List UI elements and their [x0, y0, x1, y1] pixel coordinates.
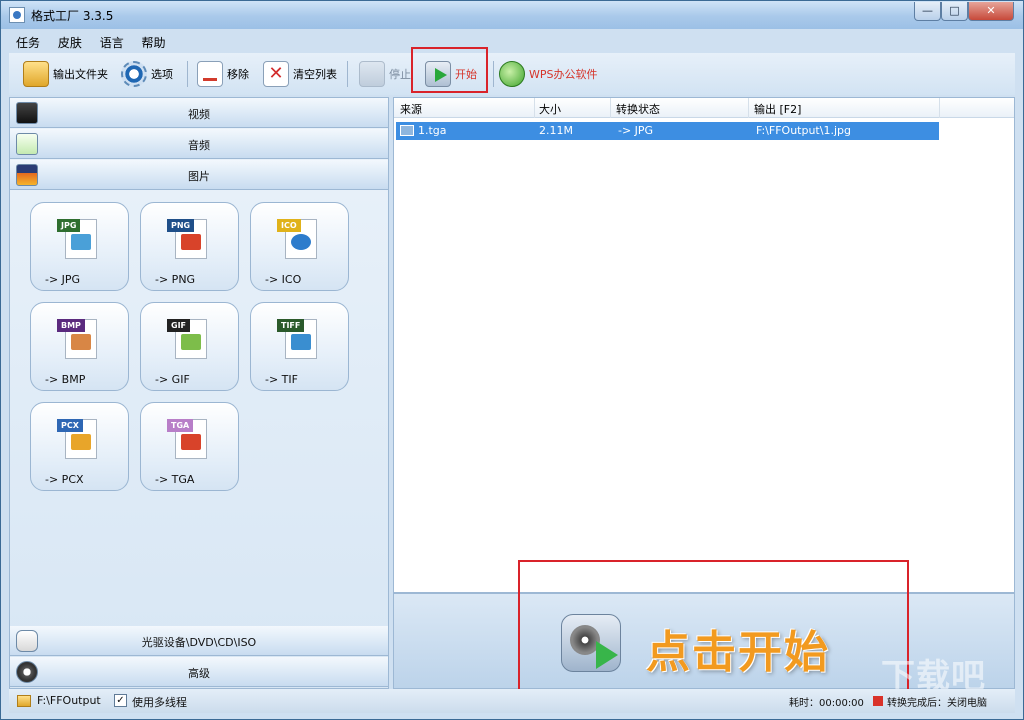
toolbar-divider — [493, 61, 494, 87]
column-divider — [534, 98, 535, 118]
toolbar-divider — [347, 61, 348, 87]
task-list: 来源 大小 转换状态 输出 [F2] 1.tga 2.11M -> JPG F:… — [393, 97, 1015, 593]
maximize-button[interactable]: □ — [941, 2, 968, 21]
gear-icon — [121, 61, 147, 87]
format-tile-gif[interactable]: GIF -> GIF — [140, 302, 239, 391]
remove-label: 移除 — [227, 68, 249, 81]
folder-icon — [23, 61, 49, 87]
image-format-grid: JPG -> JPG PNG -> PNG ICO -> ICO BMP -> … — [30, 202, 370, 502]
folder-icon[interactable] — [17, 695, 31, 707]
category-video-label: 视频 — [188, 108, 210, 121]
close-button[interactable]: ✕ — [968, 2, 1014, 21]
column-size[interactable]: 大小 — [539, 101, 561, 117]
app-logo-icon — [9, 7, 25, 23]
output-path[interactable]: F:\FFOutput — [37, 694, 101, 707]
menu-language[interactable]: 语言 — [93, 31, 131, 54]
wps-office-button[interactable]: WPS办公软件 — [499, 59, 598, 89]
format-tile-label: -> PCX — [45, 473, 84, 486]
toolbar-divider — [187, 61, 188, 87]
title-bar[interactable]: 格式工厂 3.3.5 — □ ✕ — [1, 1, 1023, 29]
wps-label: WPS办公软件 — [529, 68, 598, 81]
remove-button[interactable]: 移除 — [197, 59, 249, 89]
category-image-label: 图片 — [188, 170, 210, 183]
format-tag: TGA — [167, 419, 194, 432]
column-source[interactable]: 来源 — [400, 101, 422, 117]
format-tag: GIF — [167, 319, 191, 332]
column-divider — [610, 98, 611, 118]
start-highlight-box — [411, 47, 488, 93]
format-tile-label: -> JPG — [45, 273, 81, 286]
format-tag: PNG — [167, 219, 195, 232]
table-row[interactable]: 1.tga 2.11M -> JPG F:\FFOutput\1.jpg — [396, 122, 939, 140]
format-tile-tga[interactable]: TGA -> TGA — [140, 402, 239, 491]
menu-skin[interactable]: 皮肤 — [51, 31, 89, 54]
row-size: 2.11M — [539, 124, 573, 137]
format-tag: TIFF — [277, 319, 305, 332]
format-tile-label: -> GIF — [155, 373, 190, 386]
menu-bar: 任务 皮肤 语言 帮助 — [9, 31, 173, 53]
category-dvd-label: 光驱设备\DVD\CD\ISO — [141, 636, 257, 649]
clear-list-label: 清空列表 — [293, 68, 337, 81]
clear-list-button[interactable]: ✕ 清空列表 — [263, 59, 337, 89]
format-tile-pcx[interactable]: PCX -> PCX — [30, 402, 129, 491]
format-panel: 视频 音频 图片 JPG -> JPG PNG -> PNG ICO -> IC… — [9, 97, 389, 689]
format-tag: JPG — [57, 219, 81, 232]
column-divider — [939, 98, 940, 118]
remove-document-icon — [197, 61, 223, 87]
category-advanced[interactable]: 高级 — [10, 657, 388, 687]
format-tag: PCX — [57, 419, 83, 432]
row-output: F:\FFOutput\1.jpg — [756, 124, 851, 137]
column-output[interactable]: 输出 [F2] — [754, 101, 801, 117]
clear-x-icon: ✕ — [263, 61, 289, 87]
format-tile-label: -> BMP — [45, 373, 86, 386]
minimize-button[interactable]: — — [914, 2, 941, 21]
wps-logo-icon — [499, 61, 525, 87]
column-divider — [748, 98, 749, 118]
category-audio[interactable]: 音频 — [10, 129, 388, 159]
format-tile-ico[interactable]: ICO -> ICO — [250, 202, 349, 291]
menu-task[interactable]: 任务 — [9, 31, 47, 54]
multithread-checkbox[interactable]: ✓ — [114, 694, 127, 707]
category-dvd[interactable]: 光驱设备\DVD\CD\ISO — [10, 626, 388, 656]
status-bar: F:\FFOutput ✓ 使用多线程 耗时：00:00:00 转换完成后：关闭… — [9, 689, 1015, 713]
task-list-header: 来源 大小 转换状态 输出 [F2] — [394, 98, 1014, 118]
toolbar: 输出文件夹 选项 移除 ✕ 清空列表 停止 开始 WPS办公软件 — [9, 53, 1015, 95]
category-audio-label: 音频 — [188, 139, 210, 152]
stop-label: 停止 — [389, 68, 411, 81]
category-advanced-label: 高级 — [188, 667, 210, 680]
format-tag: ICO — [277, 219, 301, 232]
menu-help[interactable]: 帮助 — [135, 31, 173, 54]
format-tile-tif[interactable]: TIFF -> TIF — [250, 302, 349, 391]
stop-button[interactable]: 停止 — [359, 59, 411, 89]
start-banner-highlight-box — [518, 560, 909, 701]
shutdown-icon[interactable] — [873, 696, 883, 706]
category-video[interactable]: 视频 — [10, 98, 388, 128]
options-label: 选项 — [151, 68, 173, 81]
format-tile-label: -> PNG — [155, 273, 196, 286]
format-tile-jpg[interactable]: JPG -> JPG — [30, 202, 129, 291]
window-title: 格式工厂 3.3.5 — [31, 9, 114, 23]
output-folder-label: 输出文件夹 — [53, 68, 108, 81]
after-conversion-action[interactable]: 转换完成后：关闭电脑 — [887, 694, 987, 709]
category-image[interactable]: 图片 — [10, 160, 388, 190]
options-button[interactable]: 选项 — [121, 59, 173, 89]
format-tile-png[interactable]: PNG -> PNG — [140, 202, 239, 291]
row-source: 1.tga — [418, 124, 447, 137]
row-status: -> JPG — [618, 124, 654, 137]
image-file-icon — [400, 125, 414, 136]
format-tile-bmp[interactable]: BMP -> BMP — [30, 302, 129, 391]
format-tag: BMP — [57, 319, 85, 332]
elapsed-time: 耗时：00:00:00 — [789, 698, 864, 709]
format-tile-label: -> TGA — [155, 473, 195, 486]
output-folder-button[interactable]: 输出文件夹 — [23, 59, 108, 89]
column-status[interactable]: 转换状态 — [616, 101, 660, 117]
format-tile-label: -> ICO — [265, 273, 302, 286]
app-window: 格式工厂 3.3.5 — □ ✕ 任务 皮肤 语言 帮助 输出文件夹 选项 移除… — [0, 0, 1024, 720]
multithread-label: 使用多线程 — [132, 696, 187, 709]
format-tile-label: -> TIF — [265, 373, 298, 386]
stop-icon — [359, 61, 385, 87]
